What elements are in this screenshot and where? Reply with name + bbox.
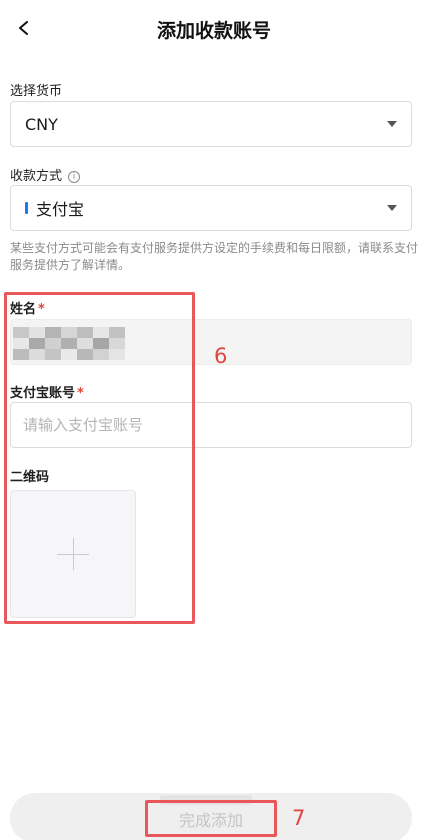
payment-method-value: 支付宝: [36, 200, 85, 219]
alipay-brand-icon: [25, 202, 28, 214]
complete-add-label: 完成添加: [178, 811, 243, 830]
info-icon[interactable]: i: [68, 171, 81, 183]
annotation-label-7: 7: [292, 806, 306, 830]
payment-method-select[interactable]: 支付宝: [10, 185, 412, 231]
button-highlight: [160, 795, 252, 805]
caret-down-icon: [387, 205, 397, 211]
alipay-account-input[interactable]: [10, 402, 412, 448]
name-redacted-mosaic: [13, 327, 125, 360]
payment-method-label-row: 收款方式 i: [10, 165, 81, 184]
caret-down-icon: [387, 121, 397, 127]
required-mark: *: [77, 386, 84, 401]
qr-label: 二维码: [10, 470, 50, 485]
page-title: 添加收款账号: [156, 20, 271, 42]
payment-method-label: 收款方式: [10, 169, 63, 184]
fee-notice: 某些支付方式可能会有支付服务提供方设定的手续费和每日限额，请联系支付服务提供方了…: [10, 241, 419, 272]
currency-value: CNY: [25, 114, 58, 134]
header: 添加收款账号: [0, 0, 428, 56]
name-label: 姓名: [10, 302, 37, 317]
name-label-row: 姓名 *: [10, 298, 45, 317]
name-field[interactable]: [10, 319, 412, 365]
required-mark: *: [38, 302, 45, 317]
qr-upload-button[interactable]: [10, 490, 136, 618]
account-label-row: 支付宝账号 *: [10, 382, 84, 401]
currency-label: 选择货币: [10, 84, 63, 99]
account-label: 支付宝账号: [10, 386, 76, 401]
currency-select[interactable]: CNY: [10, 101, 412, 147]
annotation-label-6: 6: [214, 344, 228, 368]
plus-icon-vertical: [73, 538, 74, 570]
